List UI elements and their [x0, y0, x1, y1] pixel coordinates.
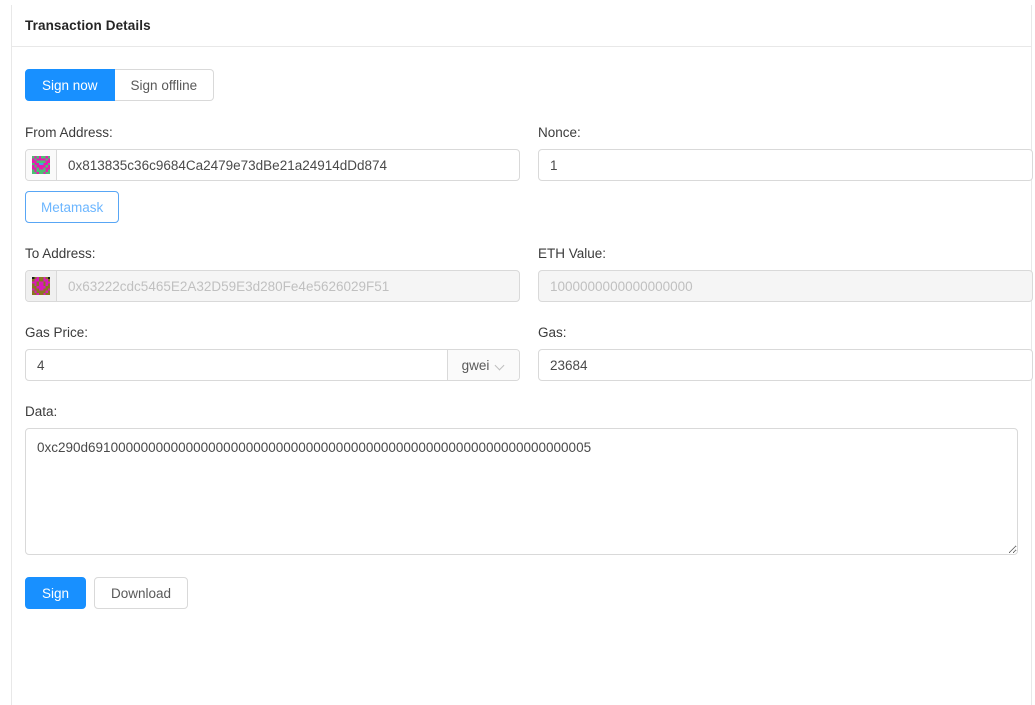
data-textarea[interactable]: 0xc290d691000000000000000000000000000000…	[25, 428, 1018, 555]
transaction-details-card: Transaction Details Sign now Sign offlin…	[11, 5, 1033, 705]
gas-input[interactable]	[539, 350, 1032, 380]
metamask-button[interactable]: Metamask	[25, 191, 120, 223]
data-label: Data:	[25, 404, 58, 419]
from-address-input-wrap[interactable]	[25, 149, 520, 181]
form-row-from-nonce: From Address: Metamask Nonce:	[25, 125, 1033, 223]
eth-value-label: ETH Value:	[538, 246, 607, 261]
gas-group: Gas:	[538, 325, 1033, 381]
tab-sign-offline[interactable]: Sign offline	[114, 69, 215, 101]
sign-mode-tab-group: Sign now Sign offline	[25, 69, 215, 101]
form-row-to-value: To Address: ETH Value:	[25, 246, 1033, 302]
to-address-label: To Address:	[25, 246, 96, 261]
eth-value-input-wrap	[538, 270, 1033, 302]
gas-price-unit-label: gwei	[461, 357, 490, 373]
to-address-input-wrap	[25, 270, 520, 302]
action-buttons: Sign Download	[25, 577, 1018, 609]
gas-price-unit-select[interactable]: gwei	[447, 350, 519, 380]
tab-sign-now[interactable]: Sign now	[25, 69, 115, 101]
chevron-down-icon	[496, 361, 505, 370]
to-address-input	[57, 271, 519, 301]
nonce-group: Nonce:	[538, 125, 1033, 223]
from-address-group: From Address: Metamask	[25, 125, 520, 223]
from-address-input[interactable]	[57, 150, 519, 180]
nonce-input[interactable]	[539, 150, 1032, 180]
gas-price-input[interactable]	[26, 350, 447, 380]
to-address-identicon	[26, 271, 57, 301]
gas-price-input-wrap[interactable]: gwei	[25, 349, 520, 381]
to-address-group: To Address:	[25, 246, 520, 302]
page-title: Transaction Details	[25, 18, 151, 33]
from-address-label: From Address:	[25, 125, 113, 140]
gas-input-wrap[interactable]	[538, 349, 1033, 381]
gas-label: Gas:	[538, 325, 567, 340]
eth-value-input	[539, 271, 1032, 301]
gas-price-group: Gas Price: gwei	[25, 325, 520, 381]
from-address-identicon	[26, 150, 57, 180]
nonce-input-wrap[interactable]	[538, 149, 1033, 181]
eth-value-group: ETH Value:	[538, 246, 1033, 302]
card-header: Transaction Details	[12, 5, 1031, 47]
data-group: Data: 0xc290d691000000000000000000000000…	[25, 404, 1018, 555]
form-row-gasprice-gas: Gas Price: gwei Gas:	[25, 325, 1033, 381]
nonce-label: Nonce:	[538, 125, 581, 140]
card-body: Sign now Sign offline From Address: Meta…	[12, 47, 1033, 609]
gas-price-label: Gas Price:	[25, 325, 89, 340]
sign-button[interactable]: Sign	[25, 577, 87, 609]
download-button[interactable]: Download	[94, 577, 189, 609]
